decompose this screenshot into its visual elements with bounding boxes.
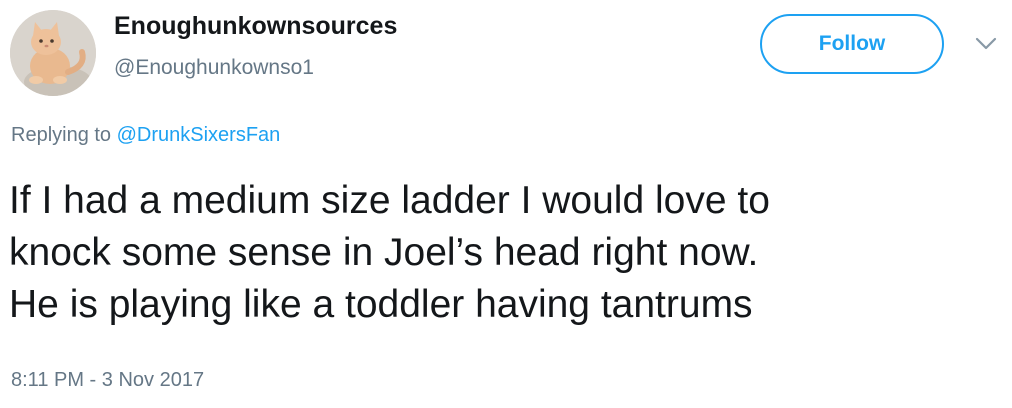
cat-avatar-icon	[10, 10, 96, 96]
replying-to-label: Replying to	[11, 124, 117, 146]
tweet-text-line: knock some sense in Joel’s head right no…	[9, 231, 759, 274]
tweet-text-line: He is playing like a toddler having tant…	[9, 283, 753, 326]
chevron-down-icon[interactable]	[974, 34, 998, 54]
display-name[interactable]: Enoughunkownsources	[114, 12, 397, 41]
avatar[interactable]	[10, 10, 96, 96]
replying-to: Replying to @DrunkSixersFan	[11, 124, 280, 147]
tweet-text: If I had a medium size ladder I would lo…	[9, 175, 1004, 331]
tweet-text-line: If I had a medium size ladder I would lo…	[9, 179, 770, 222]
reply-mention-link[interactable]: @DrunkSixersFan	[117, 124, 281, 146]
tweet-timestamp[interactable]: 8:11 PM - 3 Nov 2017	[11, 369, 204, 392]
follow-button[interactable]: Follow	[760, 14, 944, 74]
tweet-card: Enoughunkownsources @Enoughunkownso1 Fol…	[0, 0, 1012, 408]
user-handle[interactable]: @Enoughunkownso1	[114, 56, 314, 80]
